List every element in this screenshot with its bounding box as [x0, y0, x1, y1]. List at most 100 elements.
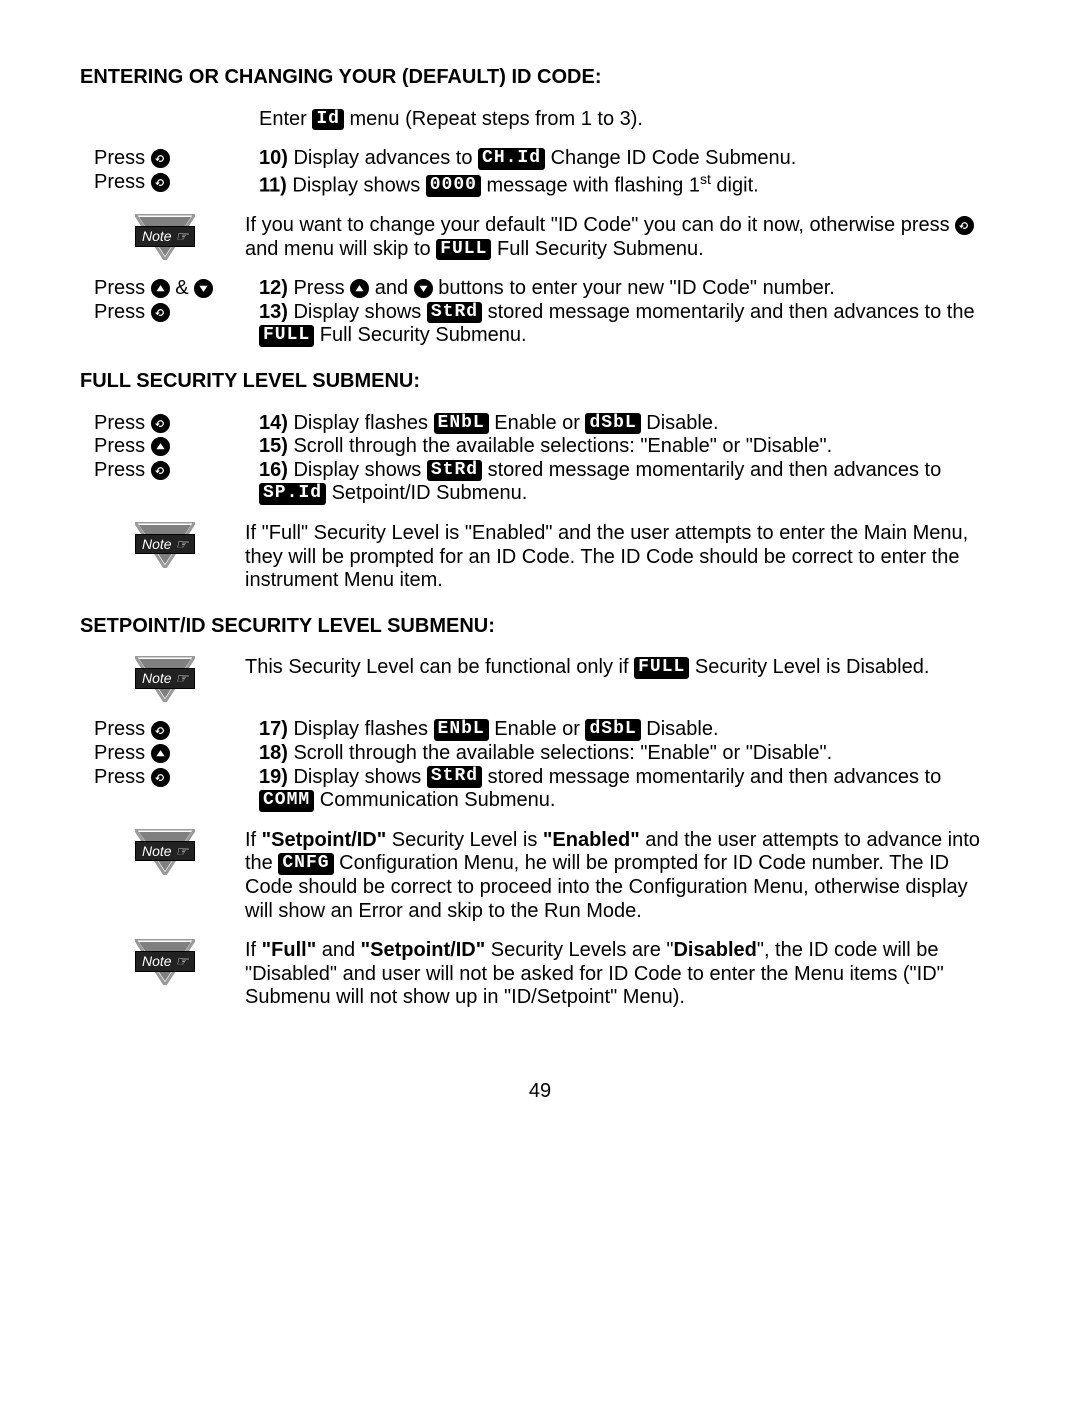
lcd-strd: StRd — [427, 460, 482, 482]
lcd-comm: COMM — [259, 790, 314, 812]
step-number: 19) — [259, 766, 288, 788]
lcd-enbl: ENbL — [434, 413, 489, 435]
text: and — [369, 277, 413, 299]
heading-id-code: ENTERING OR CHANGING YOUR (DEFAULT) ID C… — [80, 66, 1000, 90]
text: Press — [94, 412, 151, 434]
menu-button-icon — [151, 461, 170, 480]
text: Security Level is Disabled. — [689, 656, 929, 678]
step-number: 18) — [259, 742, 288, 764]
text: Enter — [259, 108, 312, 130]
press-col: Press — [80, 412, 259, 436]
menu-button-icon — [151, 414, 170, 433]
text-bold: "Setpoint/ID" — [262, 829, 387, 851]
text: Press — [94, 147, 151, 169]
note-badge-col: Note ☞ — [80, 829, 245, 923]
lcd-strd: StRd — [427, 766, 482, 788]
lcd-full: FULL — [634, 657, 689, 679]
press-col: Press — [80, 171, 259, 198]
text: Communication Submenu. — [314, 789, 555, 811]
press-col: Press — [80, 742, 259, 766]
text: and — [316, 939, 360, 961]
text: If — [245, 939, 262, 961]
text: Scroll through the available selections:… — [288, 742, 832, 764]
lcd-enbl: ENbL — [434, 719, 489, 741]
note-label: Note ☞ — [135, 226, 195, 247]
note-badge-col: Note ☞ — [80, 939, 245, 1010]
step-number: 14) — [259, 412, 288, 434]
up-button-icon — [151, 744, 170, 763]
note-label: Note ☞ — [135, 951, 195, 972]
text: If — [245, 829, 262, 851]
menu-button-icon — [955, 216, 974, 235]
text: Display flashes — [288, 412, 434, 434]
step-19: 19) Display shows StRd stored message mo… — [259, 766, 1000, 813]
note-badge-col: Note ☞ — [80, 656, 245, 702]
note-5: If "Full" and "Setpoint/ID" Security Lev… — [245, 939, 1000, 1010]
intro-line: Enter Id menu (Repeat steps from 1 to 3)… — [259, 108, 1000, 132]
spacer — [80, 108, 259, 132]
step-number: 16) — [259, 459, 288, 481]
text: Full Security Submenu. — [491, 238, 703, 260]
menu-button-icon — [151, 768, 170, 787]
press-col: Press & — [80, 277, 259, 301]
text-bold: "Setpoint/ID" — [361, 939, 486, 961]
text: Press — [94, 171, 151, 193]
heading-setpoint: SETPOINT/ID SECURITY LEVEL SUBMENU: — [80, 615, 1000, 639]
lcd-id: Id — [312, 109, 344, 131]
press-col: Press — [80, 301, 259, 348]
step-number: 11) — [259, 174, 287, 196]
text: Press — [94, 277, 151, 299]
text: Display advances to — [288, 147, 478, 169]
note-4: If "Setpoint/ID" Security Level is "Enab… — [245, 829, 1000, 923]
text: Enable or — [489, 718, 586, 740]
menu-button-icon — [151, 149, 170, 168]
text: Security Level is — [386, 829, 543, 851]
note-label: Note ☞ — [135, 668, 195, 689]
down-button-icon — [414, 279, 433, 298]
text: message with flashing 1 — [481, 174, 700, 196]
step-12: 12) Press and buttons to enter your new … — [259, 277, 1000, 301]
note-label: Note ☞ — [135, 841, 195, 862]
step-15: 15) Scroll through the available selecti… — [259, 435, 1000, 459]
text-bold: "Full" — [262, 939, 317, 961]
text: Configuration Menu, he will be prompted … — [245, 852, 968, 921]
menu-button-icon — [151, 303, 170, 322]
text-bold: Disabled — [673, 939, 756, 961]
step-17: 17) Display flashes ENbL Enable or dSbL … — [259, 718, 1000, 742]
press-col: Press — [80, 718, 259, 742]
step-14: 14) Display flashes ENbL Enable or dSbL … — [259, 412, 1000, 436]
text: Press — [94, 435, 151, 457]
text: Disable. — [641, 718, 719, 740]
note-2: If "Full" Security Level is "Enabled" an… — [245, 522, 1000, 593]
step-13: 13) Display shows StRd stored message mo… — [259, 301, 1000, 348]
text: and menu will skip to — [245, 238, 436, 260]
heading-full-security: FULL SECURITY LEVEL SUBMENU: — [80, 370, 1000, 394]
menu-button-icon — [151, 173, 170, 192]
text: Setpoint/ID Submenu. — [326, 482, 527, 504]
lcd-dsbl: dSbL — [585, 413, 640, 435]
lcd-full: FULL — [259, 325, 314, 347]
press-col: Press — [80, 766, 259, 813]
press-col: Press — [80, 147, 259, 171]
step-number: 15) — [259, 435, 288, 457]
text-bold: "Enabled" — [543, 829, 640, 851]
text: & — [170, 277, 194, 299]
press-col: Press — [80, 459, 259, 506]
press-col: Press — [80, 435, 259, 459]
text: Press — [94, 301, 151, 323]
lcd-strd: StRd — [427, 302, 482, 324]
text: Security Levels are " — [485, 939, 673, 961]
text: Enable or — [489, 412, 586, 434]
text: Full Security Submenu. — [314, 324, 526, 346]
text: Display flashes — [288, 718, 434, 740]
note-label: Note ☞ — [135, 534, 195, 555]
step-11: 11) Display shows 0000 message with flas… — [259, 171, 1000, 198]
step-number: 10) — [259, 147, 288, 169]
text: Press — [94, 459, 151, 481]
text: Disable. — [641, 412, 719, 434]
text: Display shows — [287, 174, 426, 196]
step-18: 18) Scroll through the available selecti… — [259, 742, 1000, 766]
text: digit. — [711, 174, 759, 196]
text: Display shows — [288, 766, 427, 788]
up-button-icon — [151, 437, 170, 456]
